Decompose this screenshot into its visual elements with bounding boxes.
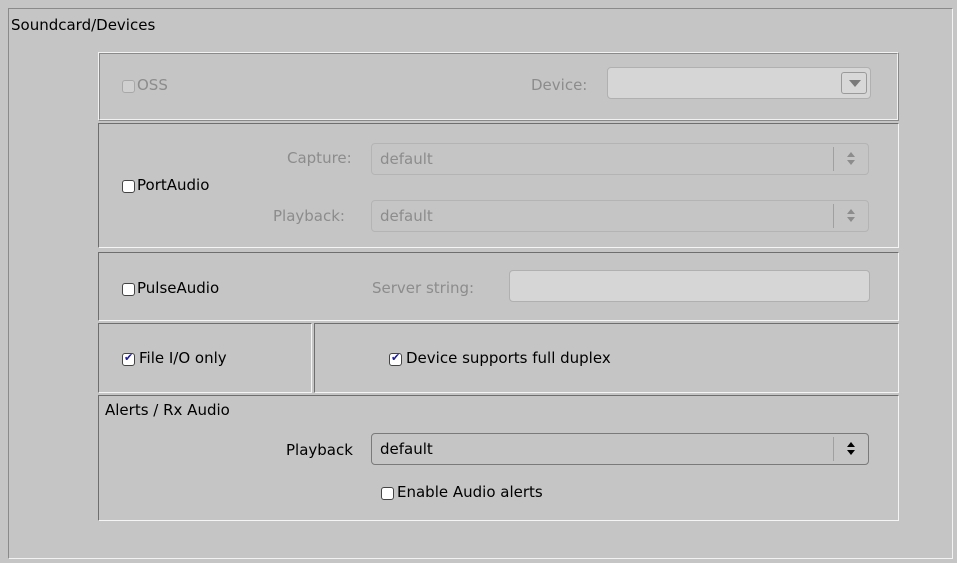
capture-value: default <box>380 150 433 168</box>
server-string-input[interactable] <box>509 270 870 302</box>
oss-label: OSS <box>137 76 168 94</box>
alerts-playback-value: default <box>380 440 433 458</box>
section-title: Soundcard/Devices <box>11 16 156 34</box>
oss-checkbox[interactable] <box>122 80 135 93</box>
file-io-checkbox[interactable]: ✔ <box>122 351 135 366</box>
pulseaudio-checkbox[interactable] <box>122 283 135 296</box>
server-string-label: Server string: <box>372 279 475 297</box>
file-io-label: File I/O only <box>139 349 227 367</box>
up-down-arrows-icon <box>833 204 868 228</box>
alerts-title: Alerts / Rx Audio <box>105 401 230 419</box>
dropdown-arrow-icon <box>841 72 867 94</box>
playback-value: default <box>380 207 433 225</box>
portaudio-label: PortAudio <box>137 176 210 194</box>
playback-label: Playback: <box>273 207 345 225</box>
oss-device-label: Device: <box>531 76 588 94</box>
alerts-playback-label: Playback <box>286 441 353 459</box>
check-mark-icon: ✔ <box>124 351 134 364</box>
check-mark-icon: ✔ <box>391 351 401 364</box>
enable-audio-alerts-checkbox[interactable] <box>381 487 394 500</box>
full-duplex-checkbox[interactable]: ✔ <box>389 351 402 366</box>
full-duplex-label: Device supports full duplex <box>406 349 611 367</box>
enable-audio-alerts-label: Enable Audio alerts <box>397 483 543 501</box>
up-down-arrows-icon <box>833 147 868 171</box>
pulseaudio-label: PulseAudio <box>137 279 220 297</box>
playback-select[interactable]: default <box>371 200 869 232</box>
up-down-arrows-icon <box>833 437 868 461</box>
alerts-playback-select[interactable]: default <box>371 433 869 465</box>
portaudio-checkbox[interactable] <box>122 180 135 193</box>
capture-label: Capture: <box>287 149 352 167</box>
capture-select[interactable]: default <box>371 143 869 175</box>
oss-device-dropdown[interactable] <box>607 67 871 99</box>
